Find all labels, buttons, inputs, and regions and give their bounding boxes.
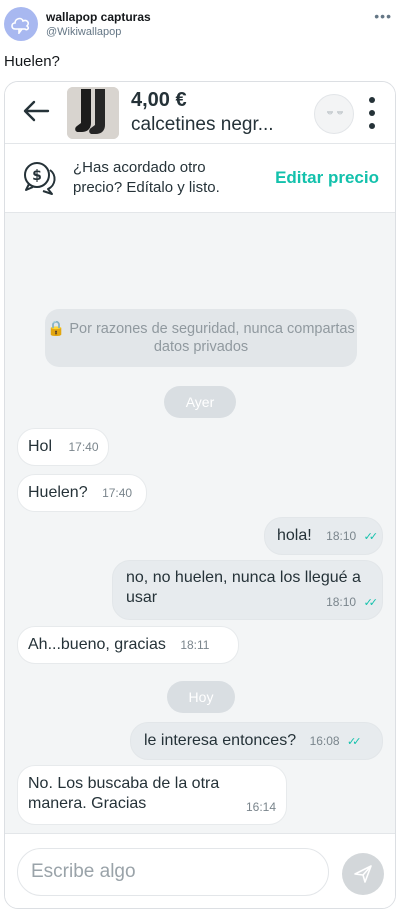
- chat-top-bar: 4,00 € calcetines negr...: [5, 82, 395, 144]
- chat-area[interactable]: 🔒 Por razones de seguridad, nunca compar…: [5, 213, 395, 833]
- user-avatar[interactable]: [314, 94, 354, 134]
- message-time: 16:08: [309, 734, 340, 748]
- message-text: Ah...bueno, gracias: [28, 636, 166, 653]
- tweet-header: wallapop capturas @Wikiwallapop •••: [0, 0, 400, 48]
- date-separator: Ayer: [164, 386, 236, 418]
- price-chat-icon: $: [24, 162, 56, 195]
- tweet-text: Huelen?: [4, 53, 60, 70]
- author-handle[interactable]: @Wikiwallapop: [46, 26, 121, 38]
- outgoing-message: le interesa entonces? 16:08 ✓✓: [130, 722, 383, 760]
- date-separator: Hoy: [167, 681, 235, 713]
- more-options-icon[interactable]: •••: [374, 8, 392, 24]
- outgoing-message: hola! 18:10 ✓✓: [264, 517, 383, 555]
- price-offer-banner: $ ¿Has acordado otro precio? Edítalo y l…: [5, 144, 395, 212]
- message-time: 18:10: [326, 595, 357, 609]
- send-icon: [354, 865, 372, 883]
- read-checkmarks-icon: ✓✓: [347, 736, 362, 748]
- author-name[interactable]: wallapop capturas: [46, 10, 151, 24]
- message-text: Hol: [28, 438, 53, 455]
- message-text: No. Los buscaba de la otra manera. Graci…: [28, 775, 220, 812]
- outgoing-message: no, no huelen, nunca los llegué a usar 1…: [112, 560, 383, 620]
- product-thumbnail[interactable]: [67, 87, 119, 139]
- message-text: hola!: [277, 527, 312, 544]
- svg-text:$: $: [32, 168, 42, 184]
- back-arrow-icon[interactable]: [21, 96, 51, 126]
- chat-screenshot: 4,00 € calcetines negr... $ ¿Has acordad…: [4, 81, 396, 909]
- security-notice: 🔒 Por razones de seguridad, nunca compar…: [45, 309, 357, 367]
- read-checkmarks-icon: ✓✓: [363, 597, 379, 609]
- send-button[interactable]: [342, 853, 384, 895]
- socks-image: [67, 87, 119, 139]
- message-text: le interesa entonces?: [144, 732, 297, 749]
- message-time: 18:11: [180, 638, 210, 652]
- message-text: Huelen?: [28, 484, 88, 501]
- kebab-menu-icon[interactable]: [362, 94, 382, 134]
- edit-price-button[interactable]: Editar precio: [275, 168, 379, 188]
- message-time: 17:40: [102, 486, 133, 500]
- message-time: 16:14: [245, 800, 276, 814]
- incoming-message: No. Los buscaba de la otra manera. Graci…: [17, 765, 287, 825]
- product-title[interactable]: calcetines negr...: [131, 114, 274, 136]
- composer-bar: Escribe algo: [5, 833, 395, 908]
- incoming-message: Hol 17:40: [17, 428, 109, 466]
- message-time: 17:40: [68, 440, 99, 454]
- message-time: 18:10: [326, 529, 357, 543]
- avatar-face-icon: [327, 111, 343, 115]
- product-price: 4,00 €: [131, 89, 187, 111]
- offer-text: ¿Has acordado otro precio? Edítalo y lis…: [73, 159, 220, 196]
- profile-avatar[interactable]: [4, 7, 38, 41]
- cloud-logo-icon: [11, 17, 30, 34]
- incoming-message: Huelen? 17:40: [17, 474, 147, 512]
- incoming-message: Ah...bueno, gracias 18:11: [17, 626, 239, 664]
- message-input[interactable]: Escribe algo: [17, 848, 329, 896]
- read-checkmarks-icon: ✓✓: [363, 531, 379, 543]
